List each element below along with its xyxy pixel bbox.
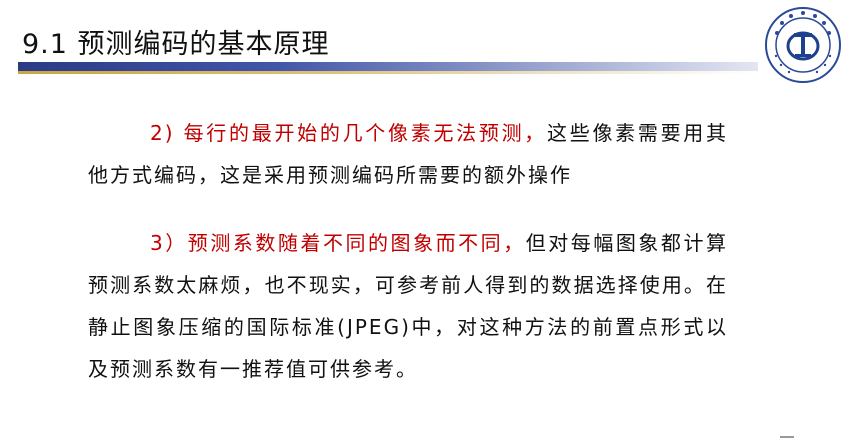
slide: 9.1 预测编码的基本原理 2) 每行的最开始的几个像素无法预测，这些像素需要用… xyxy=(0,0,848,444)
page-title: 9.1 预测编码的基本原理 xyxy=(22,29,330,60)
paragraph-2: 2) 每行的最开始的几个像素无法预测，这些像素需要用其他方式编码，这是采用预测编… xyxy=(88,112,728,196)
university-emblem-icon xyxy=(765,7,841,83)
page-corner-mark xyxy=(780,436,794,438)
highlight-text: 3）预测系数随着不同的图象而不同， xyxy=(150,231,526,255)
slide-body: 2) 每行的最开始的几个像素无法预测，这些像素需要用其他方式编码，这是采用预测编… xyxy=(88,112,728,390)
highlight-text: 2) 每行的最开始的几个像素无法预测， xyxy=(150,121,548,145)
paragraph-3: 3）预测系数随着不同的图象而不同，但对每幅图象都计算预测系数太麻烦，也不现实，可… xyxy=(88,222,728,390)
title-underline-accent xyxy=(18,71,758,74)
title-underline-bar xyxy=(18,62,758,71)
